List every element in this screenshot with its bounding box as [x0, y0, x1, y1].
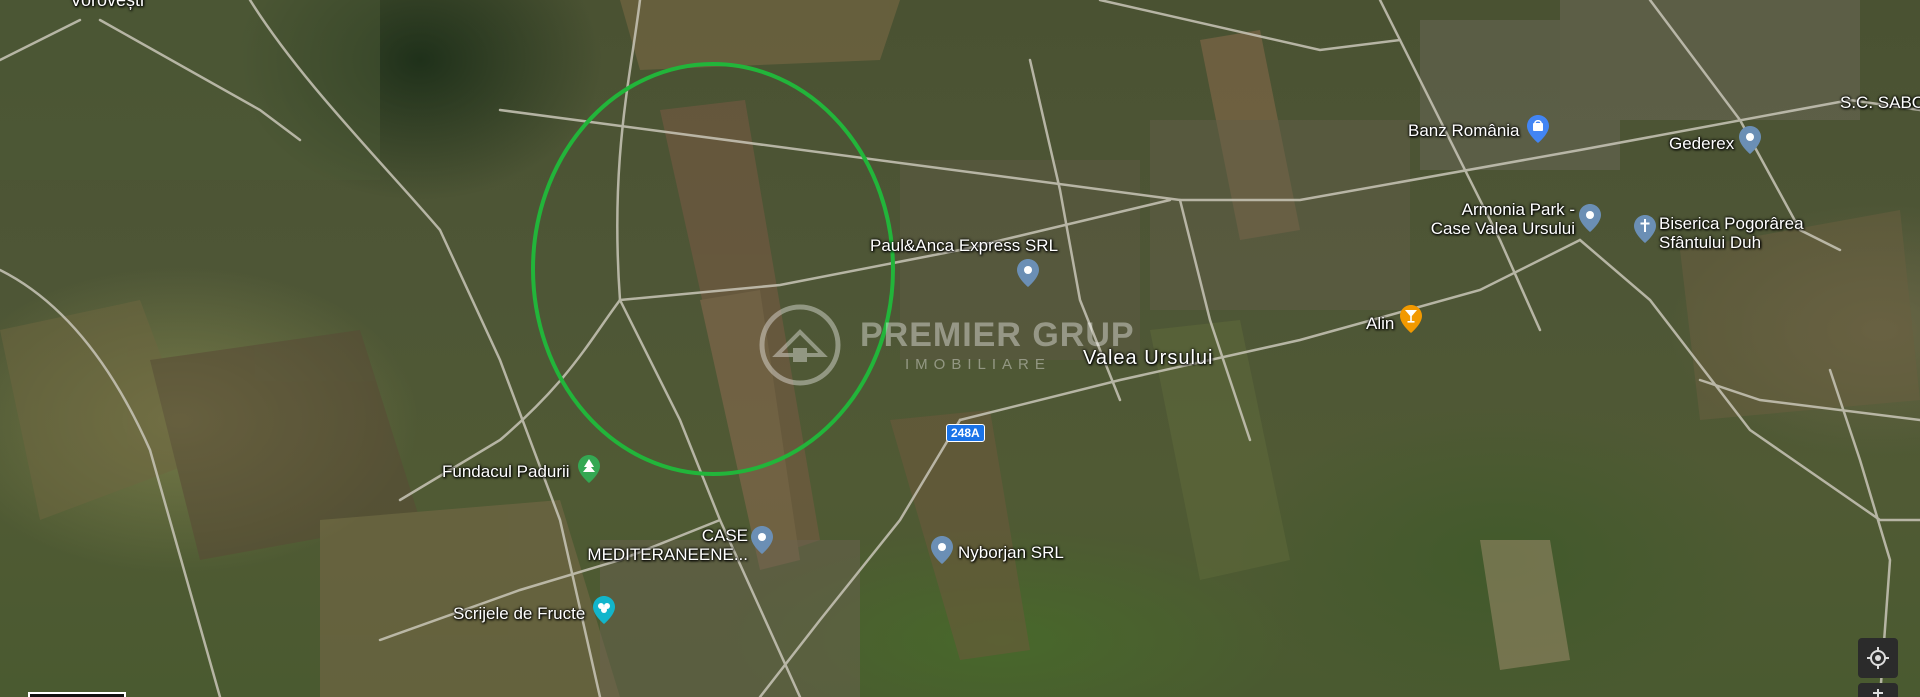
area-label: Valea Ursului — [1083, 347, 1214, 369]
plus-icon — [1873, 689, 1883, 697]
church-cross-icon[interactable] — [1634, 215, 1656, 243]
village-label: Vorovești — [70, 0, 145, 10]
place-label-biserica-line2: Sfântului Duh — [1659, 233, 1762, 252]
place-label-scrijele[interactable]: Scrijele de Fructe — [453, 604, 585, 623]
watermark-sub: IMOBILIARE — [905, 356, 1051, 373]
place-label-armonia[interactable]: Armonia Park - Case Valea Ursului — [1420, 200, 1575, 238]
map-pin-icon[interactable] — [1739, 126, 1761, 154]
place-label-gederex[interactable]: Gederex — [1669, 134, 1734, 153]
place-label-biserica-line1: Biserica Pogorârea — [1659, 214, 1804, 233]
place-label-armonia-line2: Case Valea Ursului — [1430, 219, 1575, 238]
place-label-armonia-line1: Armonia Park - — [1461, 200, 1575, 219]
place-label-sabo[interactable]: S.C. SABO — [1840, 93, 1920, 112]
watermark: PREMIER GRUP IMOBILIARE — [755, 300, 1175, 390]
bar-cocktail-icon[interactable] — [1400, 305, 1422, 333]
place-label-banz[interactable]: Banz România — [1408, 121, 1520, 140]
map-pin-icon[interactable] — [1017, 259, 1039, 287]
my-location-button[interactable] — [1858, 638, 1898, 678]
grocery-store-icon[interactable] — [593, 596, 615, 624]
place-label-case-line2: MEDITERANEENE... — [587, 545, 748, 564]
zoom-in-button[interactable] — [1858, 683, 1898, 697]
place-label-biserica[interactable]: Biserica Pogorârea Sfântului Duh — [1659, 214, 1804, 252]
road-shield: 248A — [946, 424, 985, 442]
place-label-case-line1: CASE — [701, 526, 748, 545]
shopping-bag-icon[interactable] — [1527, 115, 1549, 143]
my-location-icon — [1867, 647, 1889, 669]
map-pin-icon[interactable] — [931, 536, 953, 564]
tree-park-icon[interactable] — [578, 455, 600, 483]
place-label-fundacul[interactable]: Fundacul Padurii — [442, 462, 570, 481]
place-label-nyborjan[interactable]: Nyborjan SRL — [958, 543, 1064, 562]
map-pin-icon[interactable] — [1579, 204, 1601, 232]
place-label-paul-anca[interactable]: Paul&Anca Express SRL — [870, 236, 1058, 255]
satellite-map[interactable]: PREMIER GRUP IMOBILIARE Vorovești Valea … — [0, 0, 1920, 697]
place-label-alin[interactable]: Alin — [1366, 314, 1394, 333]
watermark-logo-icon — [759, 304, 841, 386]
scale-bar — [28, 692, 126, 697]
place-label-case-mediteraneene[interactable]: CASE MEDITERANEENE... — [580, 526, 748, 564]
map-pin-icon[interactable] — [751, 526, 773, 554]
